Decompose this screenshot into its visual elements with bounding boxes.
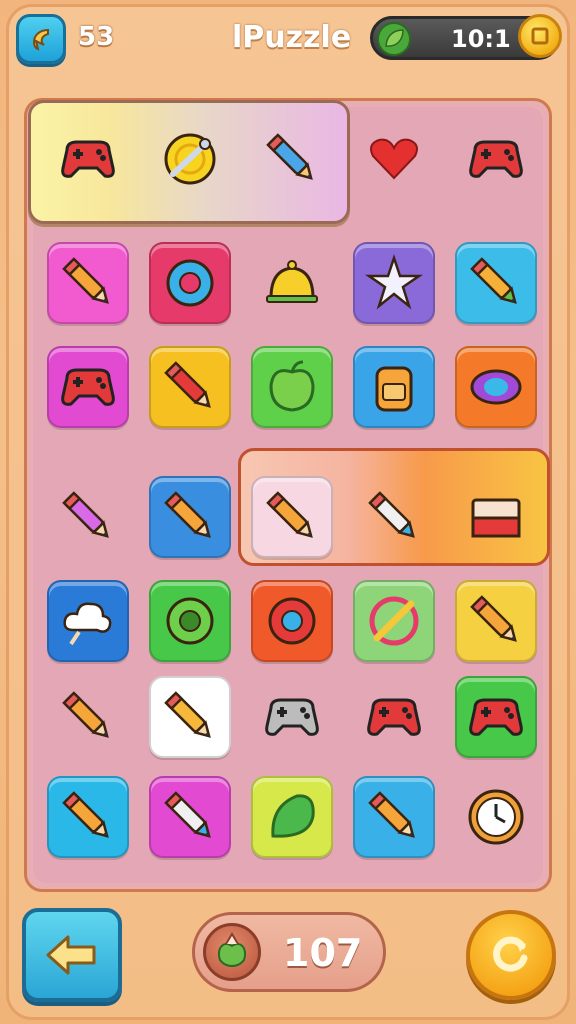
gamepad-stick-icon: [265, 698, 319, 736]
leaf-pencil-icon: [62, 491, 109, 538]
gamepad-icon: [469, 140, 523, 178]
undo-button[interactable]: [22, 908, 122, 1002]
level-number: 53: [78, 22, 115, 52]
pencil-tile[interactable]: [455, 580, 537, 662]
blob-icon: [166, 597, 214, 645]
pencil-icon: [470, 595, 517, 642]
gamepad-tile[interactable]: [353, 676, 435, 758]
eye-icon: [470, 369, 522, 405]
leaf-icon: [377, 22, 411, 56]
ball-icon: [268, 597, 316, 645]
pencil-tile[interactable]: [47, 676, 129, 758]
eraser-box-tile[interactable]: [455, 476, 537, 558]
left-arrow-icon: [46, 935, 96, 975]
apple-icon: [269, 360, 315, 412]
star-wand-icon: [364, 254, 424, 310]
crossed-pencil-tile[interactable]: [353, 580, 435, 662]
coin-icon[interactable]: [518, 14, 562, 58]
moves-counter: 107: [192, 912, 386, 992]
ball-tile[interactable]: [251, 580, 333, 662]
leaf-tile[interactable]: [251, 776, 333, 858]
back-arrow-icon: [32, 28, 49, 51]
marker-icon: [368, 491, 415, 538]
game-title: lPuzzle: [232, 20, 352, 55]
lollipop-tile[interactable]: [149, 118, 231, 200]
score-value: 10:1: [451, 25, 511, 53]
gamepad-icon: [469, 698, 523, 736]
backpack-icon: [375, 366, 413, 412]
gamepad-icon: [367, 698, 421, 736]
bandage-pencil-icon: [470, 257, 517, 304]
pencil-icon: [62, 691, 109, 738]
marker-tile[interactable]: [353, 476, 435, 558]
lollipop-icon: [164, 133, 216, 185]
pencil-tile[interactable]: [251, 476, 333, 558]
gamepad-icon: [61, 368, 115, 406]
eye-tile[interactable]: [455, 346, 537, 428]
pen-tile[interactable]: [149, 346, 231, 428]
bell-tile[interactable]: [251, 242, 333, 324]
brush-tile[interactable]: [353, 776, 435, 858]
marker-icon: [164, 791, 211, 838]
pencil-icon: [62, 791, 109, 838]
brush-icon: [368, 791, 415, 838]
pencil-tile[interactable]: [47, 776, 129, 858]
leaf-pencil-tile[interactable]: [47, 476, 129, 558]
pencil-tile[interactable]: [47, 242, 129, 324]
refresh-icon: [493, 936, 528, 972]
gamepad-tile[interactable]: [455, 676, 537, 758]
backpack-tile[interactable]: [353, 346, 435, 428]
crayon-tile[interactable]: [149, 676, 231, 758]
pencil-icon: [62, 257, 109, 304]
gamepad-stick-tile[interactable]: [251, 676, 333, 758]
pencil-icon: [164, 491, 211, 538]
donut-icon: [166, 259, 214, 307]
gamepad-icon: [61, 140, 115, 178]
gamepad-tile[interactable]: [47, 118, 129, 200]
moves-value: 107: [283, 931, 363, 975]
coin-symbol-icon: [531, 27, 549, 45]
flower-icon: [203, 923, 261, 981]
back-button[interactable]: [16, 14, 66, 64]
cloud-icon: [63, 602, 112, 646]
marker-tile[interactable]: [149, 776, 231, 858]
bell-icon: [266, 260, 318, 303]
refresh-button[interactable]: [466, 910, 556, 1000]
bandage-pencil-tile[interactable]: [455, 242, 537, 324]
eraser-box-icon: [471, 498, 521, 538]
crayon-icon: [164, 691, 211, 738]
gamepad-tile[interactable]: [47, 346, 129, 428]
gamepad-tile[interactable]: [455, 118, 537, 200]
crossed-pencil-icon: [369, 596, 419, 646]
star-wand-tile[interactable]: [353, 242, 435, 324]
heart-tile[interactable]: [353, 118, 435, 200]
cloud-tile[interactable]: [47, 580, 129, 662]
donut-tile[interactable]: [149, 242, 231, 324]
clock-icon: [468, 789, 524, 845]
apple-tile[interactable]: [251, 346, 333, 428]
pencil-splash-icon: [266, 133, 313, 180]
pencil-tile[interactable]: [149, 476, 231, 558]
blob-tile[interactable]: [149, 580, 231, 662]
heart-icon: [370, 138, 418, 180]
clock-tile[interactable]: [455, 776, 537, 858]
leaf-icon: [271, 794, 315, 838]
pencil-splash-tile[interactable]: [251, 118, 333, 200]
pencil-icon: [266, 491, 313, 538]
pen-icon: [164, 361, 211, 408]
